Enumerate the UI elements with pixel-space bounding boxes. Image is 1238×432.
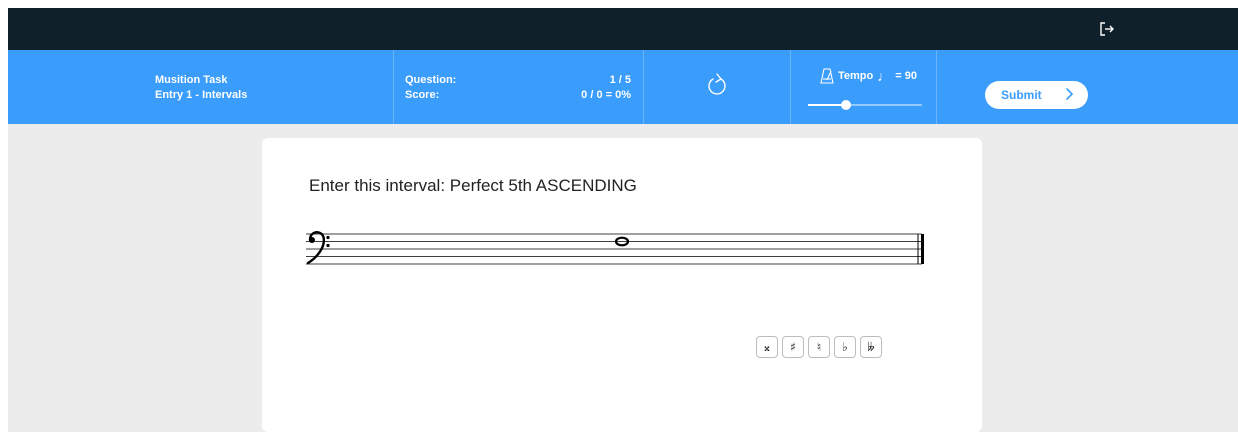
tempo-value: = 90 — [895, 70, 917, 82]
tempo-label: Tempo — [838, 70, 874, 82]
task-title: Musition Task — [155, 74, 228, 86]
slider-thumb[interactable] — [841, 100, 851, 110]
question-prompt: Enter this interval: Perfect 5th ASCENDI… — [309, 176, 637, 195]
quarter-note-icon: ♩ — [877, 67, 892, 84]
app-frame: Musition Task Entry 1 - Intervals Questi… — [8, 8, 1238, 432]
task-info: Musition Task Entry 1 - Intervals — [155, 73, 247, 103]
question-label: Question: — [405, 74, 457, 86]
submit-button[interactable]: Submit — [985, 81, 1088, 109]
question-value: 1 / 5 — [609, 74, 631, 86]
score-label: Score: — [405, 89, 440, 101]
music-staff[interactable] — [306, 224, 926, 274]
tempo-slider[interactable] — [808, 98, 922, 112]
bass-clef-icon — [306, 231, 330, 265]
logout-icon[interactable] — [1098, 20, 1116, 38]
submit-label: Submit — [1001, 88, 1042, 102]
double-sharp-button[interactable]: 𝄪 — [756, 336, 778, 358]
sharp-button[interactable]: ♯ — [782, 336, 804, 358]
barline-thick — [921, 234, 924, 264]
score-value: 0 / 0 = 0% — [581, 89, 631, 101]
accidental-palette: 𝄪 ♯ ♮ ♭ 𝄫 — [756, 336, 882, 358]
tempo-label-group: Tempo ♩ = 90 — [820, 68, 917, 84]
task-header: Musition Task Entry 1 - Intervals Questi… — [8, 50, 1238, 124]
double-flat-button[interactable]: 𝄫 — [860, 336, 882, 358]
staff-lines — [306, 233, 922, 265]
question-card: Enter this interval: Perfect 5th ASCENDI… — [262, 138, 982, 432]
top-bar — [8, 8, 1238, 50]
flat-button[interactable]: ♭ — [834, 336, 856, 358]
header-divider — [936, 50, 937, 124]
progress-labels: Question: Score: — [405, 73, 456, 103]
task-subtitle: Entry 1 - Intervals — [155, 89, 248, 101]
header-divider — [790, 50, 791, 124]
natural-button[interactable]: ♮ — [808, 336, 830, 358]
restart-icon[interactable] — [704, 70, 730, 100]
metronome-icon[interactable] — [820, 68, 834, 84]
chevron-right-icon — [1063, 87, 1075, 101]
header-divider — [643, 50, 644, 124]
progress-values: 1 / 5 0 / 0 = 0% — [531, 73, 631, 103]
header-divider — [393, 50, 394, 124]
